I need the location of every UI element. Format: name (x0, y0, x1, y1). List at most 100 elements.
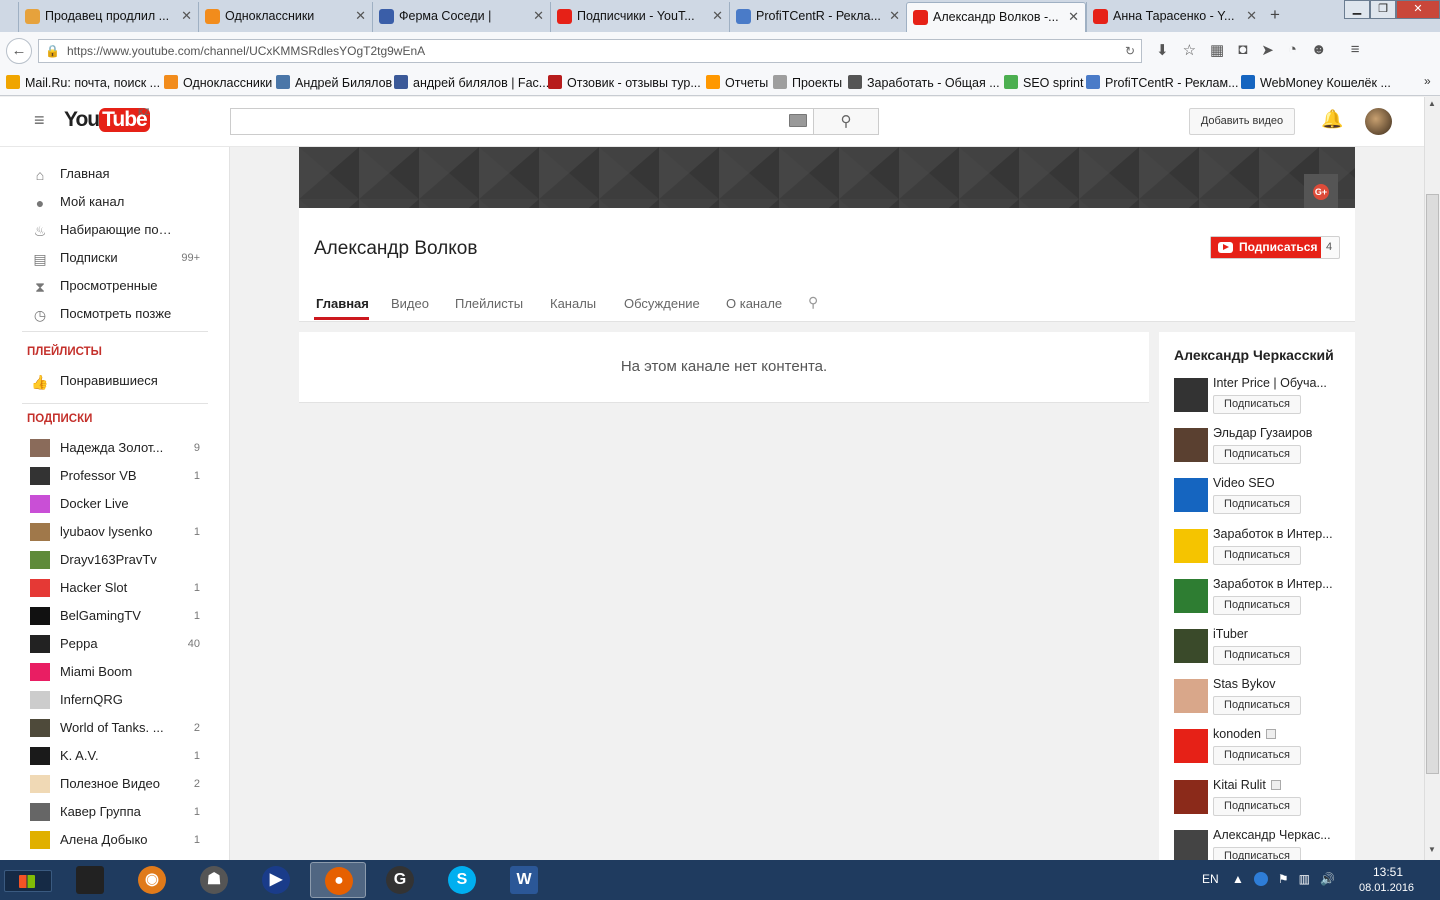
related-channel-avatar[interactable] (1174, 578, 1208, 613)
related-subscribe-button[interactable]: Подписаться (1213, 696, 1301, 716)
tab-3[interactable]: Плейлисты (455, 296, 523, 311)
keyboard-icon[interactable] (789, 114, 807, 127)
subscribe-button[interactable]: Подписаться 4 (1210, 236, 1340, 259)
subscription-item[interactable]: Кавер Группа 1 (30, 798, 210, 826)
bookmark-item[interactable]: Андрей Билялов (276, 75, 392, 90)
related-channel-name[interactable]: Эльдар Гузаиров (1213, 426, 1343, 440)
page-scrollbar[interactable]: ▲ ▼ (1424, 97, 1440, 860)
related-channel-name[interactable]: konoden (1213, 727, 1343, 741)
bookmark-item[interactable]: SEO sprint (1004, 75, 1083, 90)
related-subscribe-button[interactable]: Подписаться (1213, 445, 1301, 465)
clock-date[interactable]: 08.01.2016 (1359, 882, 1414, 894)
subscription-item[interactable]: Miami Boom (30, 658, 210, 686)
tray-expand-icon[interactable]: ▲ (1232, 872, 1244, 886)
browser-tab[interactable]: ProfiTCentR - Рекла... ✕ (729, 2, 906, 32)
guide-item[interactable]: ◷ Посмотреть позже (30, 300, 210, 328)
subscription-item[interactable]: BelGamingTV 1 (30, 602, 210, 630)
bookmark-item[interactable]: Отзовик - отзывы тур... (548, 75, 701, 90)
bookmark-item[interactable]: Проекты (773, 75, 842, 90)
related-channel[interactable]: iTuber Подписаться (1174, 627, 1354, 675)
reload-icon[interactable]: ↻ (1125, 40, 1135, 62)
tab-close-icon[interactable]: ✕ (1246, 2, 1257, 30)
browser-tab[interactable]: Подписчики - YouT... ✕ (550, 2, 729, 32)
start-button[interactable] (4, 870, 52, 892)
related-subscribe-button[interactable]: Подписаться (1213, 846, 1301, 860)
upload-button[interactable]: Добавить видео (1189, 108, 1295, 135)
related-channel[interactable]: Александр Черкас... Подписаться (1174, 828, 1354, 860)
tab-close-icon[interactable]: ✕ (1068, 3, 1079, 31)
tab-close-icon[interactable]: ✕ (712, 2, 723, 30)
close-window-button[interactable]: ✕ (1396, 0, 1440, 19)
firefox-taskbar-button[interactable]: ● (310, 862, 366, 898)
related-channel-name[interactable]: Kitai Rulit (1213, 778, 1343, 792)
related-channel-name[interactable]: Александр Черкас... (1213, 828, 1343, 842)
related-channel-avatar[interactable] (1174, 528, 1208, 563)
related-subscribe-button[interactable]: Подписаться (1213, 395, 1301, 414)
bookmarks-overflow-icon[interactable]: » (1424, 74, 1431, 88)
browser-tab[interactable]: Одноклассники ✕ (198, 2, 372, 32)
tab-2[interactable]: Видео (391, 296, 429, 311)
history-icon[interactable]: ◔ (1288, 41, 1297, 59)
search-input[interactable] (230, 108, 814, 135)
subscription-item[interactable]: Drayv163PravTv (30, 546, 210, 574)
related-channel-name[interactable]: iTuber (1213, 627, 1343, 641)
language-indicator[interactable]: EN (1202, 872, 1219, 886)
menu-icon[interactable]: ≡ (1351, 41, 1360, 59)
bookmark-item[interactable]: ProfiTCentR - Реклам... (1086, 75, 1238, 90)
subscription-item[interactable]: Peppa 40 (30, 630, 210, 658)
bookmark-item[interactable]: WebMoney Кошелёк ... (1241, 75, 1391, 90)
related-channel[interactable]: konoden Подписаться (1174, 727, 1354, 775)
word-taskbar-button[interactable]: W (496, 862, 552, 898)
browser-tab[interactable]: Анна Тарасенко - Y... ✕ (1086, 2, 1263, 32)
related-channel-name[interactable]: Inter Price | Обуча... (1213, 376, 1343, 390)
related-channel-name[interactable]: Заработок в Интер... (1213, 527, 1343, 541)
guide-item[interactable]: ▤ Подписки 99+ (30, 244, 210, 272)
bookmark-star-icon[interactable]: ☆ (1183, 41, 1196, 59)
new-tab-button[interactable]: + (1270, 5, 1280, 25)
related-channel[interactable]: Kitai Rulit Подписаться (1174, 778, 1354, 826)
related-channel[interactable]: Inter Price | Обуча... Подписаться (1174, 376, 1354, 424)
related-channel-avatar[interactable] (1174, 478, 1208, 513)
google-plus-icon[interactable]: G+ (1304, 174, 1338, 208)
bookmarks-list-icon[interactable]: ▦ (1210, 41, 1224, 59)
subscription-item[interactable]: World of Tanks. ... 2 (30, 714, 210, 742)
pocket-icon[interactable]: ◘ (1238, 41, 1247, 59)
tab-close-icon[interactable]: ✕ (181, 2, 192, 30)
subscription-item[interactable]: lyubaov lysenko 1 (30, 518, 210, 546)
tab-close-icon[interactable]: ✕ (355, 2, 366, 30)
guide-item-liked[interactable]: 👍 Понравившиеся (30, 367, 210, 395)
browser-tab[interactable]: Ферма Соседи | ✕ (372, 2, 550, 32)
minimize-button[interactable]: ▁ (1344, 0, 1370, 19)
subscription-item[interactable]: Docker Live (30, 490, 210, 518)
subscribe-label-wrap[interactable]: Подписаться (1211, 237, 1321, 258)
tab-4[interactable]: Каналы (550, 296, 596, 311)
related-subscribe-button[interactable]: Подписаться (1213, 646, 1301, 665)
g-app-taskbar-button[interactable]: G (372, 862, 428, 898)
tab-6[interactable]: О канале (726, 296, 782, 311)
bookmark-item[interactable]: Mail.Ru: почта, поиск ... (6, 75, 160, 90)
search-button[interactable]: ⚲ (813, 108, 879, 135)
guide-item[interactable]: ⌂ Главная (30, 160, 210, 188)
send-icon[interactable]: ➤ (1261, 41, 1274, 59)
network-icon[interactable]: ▥ (1299, 872, 1310, 886)
guide-item[interactable]: ♨ Набирающие популя... (30, 216, 210, 244)
related-subscribe-button[interactable]: Подписаться (1213, 545, 1301, 565)
chat-icon[interactable]: ☻ (1311, 41, 1327, 59)
guide-item[interactable]: ● Мой канал (30, 188, 210, 216)
bookmark-item[interactable]: Одноклассники (164, 75, 272, 90)
bookmark-item[interactable]: Заработать - Общая ... (848, 75, 1000, 90)
restore-button[interactable]: ❐ (1370, 0, 1396, 19)
subscription-item[interactable]: Hacker Slot 1 (30, 574, 210, 602)
related-channel-avatar[interactable] (1174, 729, 1208, 764)
browser-tab[interactable]: Александр Волков -... ✕ (906, 2, 1086, 32)
scroll-up-arrow[interactable]: ▲ (1428, 99, 1436, 108)
tab-5[interactable]: Обсуждение (624, 296, 700, 311)
faststone-taskbar-button[interactable]: ◉ (124, 862, 180, 898)
subscription-item[interactable]: Полезное Видео 2 (30, 770, 210, 798)
tab-close-icon[interactable]: ✕ (889, 2, 900, 30)
related-channel-avatar[interactable] (1174, 629, 1208, 663)
related-channel-name[interactable]: Заработок в Интер... (1213, 577, 1343, 591)
clock-time[interactable]: 13:51 (1373, 865, 1403, 879)
subscription-item[interactable]: Professor VB 1 (30, 462, 210, 490)
youtube-logo[interactable]: You Tube KZ (64, 107, 154, 136)
